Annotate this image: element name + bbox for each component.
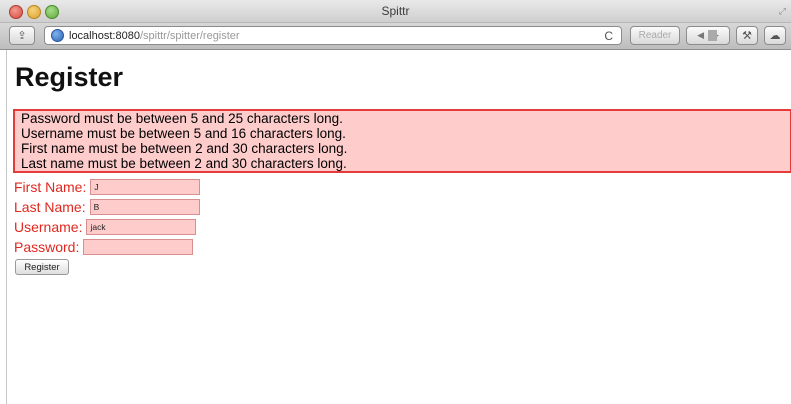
username-row: Username:: [14, 218, 197, 236]
tools-button[interactable]: ⚒: [736, 26, 758, 45]
register-button[interactable]: Register: [15, 259, 69, 275]
reload-icon[interactable]: C: [604, 29, 613, 43]
last-name-row: Last Name:: [14, 198, 200, 216]
last-name-input[interactable]: [89, 199, 200, 215]
back-forward-buttons: ◀ ▶: [686, 26, 730, 45]
title-bar: Spittr ⤢: [0, 0, 791, 23]
browser-toolbar: ⇪ localhost:8080 /spittr/spitter/registe…: [0, 23, 791, 50]
last-name-label: Last Name:: [14, 199, 86, 215]
password-input[interactable]: [83, 239, 194, 255]
nav-separator: [708, 30, 717, 41]
password-row: Password:: [14, 238, 194, 256]
error-message: Last name must be between 2 and 30 chara…: [21, 156, 347, 171]
globe-icon: [51, 29, 64, 42]
wrench-icon: ⚒: [742, 30, 752, 42]
window-title: Spittr: [381, 4, 410, 18]
error-message: First name must be between 2 and 30 char…: [21, 141, 348, 156]
icloud-tabs-button[interactable]: ☁: [764, 26, 786, 45]
error-message: Password must be between 5 and 25 charac…: [21, 111, 343, 126]
back-icon[interactable]: ◀: [693, 30, 708, 41]
url-path: /spittr/spitter/register: [139, 29, 240, 42]
username-label: Username:: [14, 219, 83, 235]
page-title: Register: [15, 62, 124, 92]
browser-window: Spittr ⤢ ⇪ localhost:8080 /spittr/spitte…: [0, 0, 791, 404]
cloud-icon: ☁: [769, 30, 781, 42]
username-input[interactable]: [86, 219, 197, 235]
url-host: localhost:8080: [69, 29, 140, 42]
fullscreen-icon[interactable]: ⤢: [779, 6, 786, 17]
address-bar[interactable]: localhost:8080 /spittr/spitter/register …: [44, 26, 622, 45]
share-button[interactable]: ⇪: [9, 26, 35, 45]
page-content: Register Password must be between 5 and …: [6, 50, 791, 404]
password-label: Password:: [14, 239, 80, 255]
reader-button[interactable]: Reader: [630, 26, 680, 45]
first-name-label: First Name:: [14, 179, 87, 195]
first-name-input[interactable]: [90, 179, 201, 195]
error-box: Password must be between 5 and 25 charac…: [13, 109, 791, 173]
error-message: Username must be between 5 and 16 charac…: [21, 126, 346, 141]
first-name-row: First Name:: [14, 178, 201, 196]
share-icon: ⇪: [17, 30, 27, 42]
